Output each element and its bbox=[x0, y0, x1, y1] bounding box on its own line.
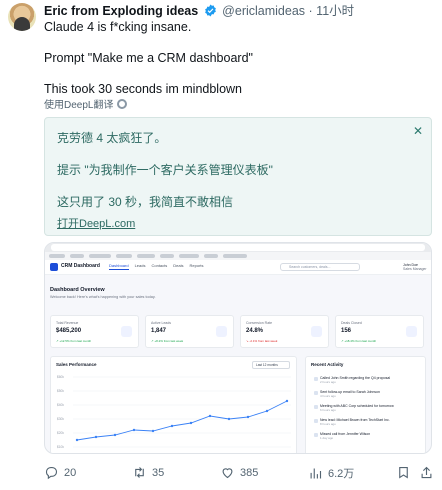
like-count: 385 bbox=[240, 466, 259, 479]
heart-icon bbox=[222, 468, 233, 479]
tweet-header: Eric from Exploding ideas @ericlamideas … bbox=[44, 3, 354, 19]
stat-value: 156 bbox=[341, 328, 352, 334]
translate-label: 使用DeepL翻译 bbox=[44, 100, 114, 111]
browser-tab-bar bbox=[45, 243, 431, 252]
crm-user[interactable]: John Doe Sales Manager bbox=[403, 263, 427, 271]
sales-panel-title: Sales Performance bbox=[56, 362, 97, 367]
sales-line bbox=[76, 400, 288, 441]
activity-item: New lead: Michael Brown from TechStart I… bbox=[314, 418, 390, 426]
browser-url-bar bbox=[51, 244, 425, 251]
range-select[interactable]: Last 12 months bbox=[252, 361, 290, 369]
bookmark-button[interactable] bbox=[396, 465, 411, 480]
crm-search-input[interactable]: Search customers, deals... bbox=[280, 263, 360, 271]
stat-label: Total Revenue bbox=[56, 321, 79, 325]
mail-icon bbox=[314, 391, 318, 395]
author-handle[interactable]: @ericlamideas bbox=[222, 4, 305, 18]
stat-change: ↗ +12.5% from last month bbox=[56, 339, 92, 343]
user-plus-icon bbox=[314, 419, 318, 423]
users-icon bbox=[216, 326, 227, 337]
recent-activity-panel: Recent Activity Called John Smith regard… bbox=[305, 356, 426, 453]
crm-user-role: Sales Manager bbox=[403, 267, 427, 271]
activity-panel-title: Recent Activity bbox=[311, 362, 344, 367]
stat-value: 24.8% bbox=[246, 328, 264, 334]
views-button[interactable]: 6.2万 bbox=[308, 465, 354, 481]
crm-app-title: CRM Dashboard bbox=[61, 263, 100, 269]
retweet-count: 35 bbox=[152, 466, 165, 479]
bookmark-icon bbox=[399, 466, 408, 479]
deepl-translation-box: ✕ 克劳德 4 太疯狂了。 提示 "为我制作一个客户关系管理仪表板" 这只用了 … bbox=[44, 117, 432, 236]
retweet-button[interactable]: 35 bbox=[132, 465, 164, 480]
stat-change: ↗ +8.2% from last week bbox=[151, 339, 184, 343]
calendar-icon bbox=[314, 405, 318, 409]
stat-change: ↗ +18.4% from last month bbox=[341, 339, 377, 343]
reply-icon bbox=[45, 466, 58, 480]
nav-leads[interactable]: Leads bbox=[135, 263, 146, 270]
y-tick: $60k bbox=[57, 375, 64, 379]
y-tick: $10k bbox=[57, 445, 64, 449]
reply-button[interactable]: 20 bbox=[44, 465, 76, 480]
stat-card: Deals Closed 156 ↗ +18.4% from last mont… bbox=[335, 315, 424, 348]
stat-card: Active Leads 1,847 ↗ +8.2% from last wee… bbox=[145, 315, 234, 348]
share-button[interactable] bbox=[419, 465, 434, 480]
crm-nav: Dashboard Leads Contacts Deals Reports bbox=[109, 263, 204, 270]
stat-label: Conversion Rate bbox=[246, 321, 273, 325]
dollar-icon bbox=[121, 326, 132, 337]
tweet-line: Claude 4 is f*cking insane. bbox=[44, 20, 192, 34]
stat-card: Total Revenue $485,200 ↗ +12.5% from las… bbox=[50, 315, 139, 348]
like-button[interactable]: 385 bbox=[220, 465, 258, 480]
overview-subtitle: Welcome back! Here's what's happening wi… bbox=[50, 295, 156, 299]
activity-item: Meeting with ABC Corp scheduled for tomo… bbox=[314, 404, 394, 412]
nav-reports[interactable]: Reports bbox=[190, 263, 204, 270]
stat-card: Conversion Rate 24.8% ↘ -2.1% from last … bbox=[240, 315, 329, 348]
stat-label: Deals Closed bbox=[341, 321, 362, 325]
y-tick: $30k bbox=[57, 417, 64, 421]
share-icon bbox=[421, 466, 432, 479]
deepl-line: 这只用了 30 秒，我简直不敢相信 bbox=[57, 195, 234, 209]
open-deepl-link[interactable]: 打开DeepL.com bbox=[57, 215, 135, 231]
sales-chart: $60k $50k $40k $30k $20k $10k bbox=[57, 375, 291, 449]
tweet-text: Claude 4 is f*cking insane. Prompt "Make… bbox=[44, 20, 434, 98]
trend-up-icon bbox=[406, 326, 417, 337]
deepl-line: 提示 "为我制作一个客户关系管理仪表板" bbox=[57, 163, 273, 177]
views-count: 6.2万 bbox=[328, 468, 355, 480]
sales-performance-panel: Sales Performance Last 12 months $60k $5… bbox=[50, 356, 297, 453]
deepl-line: 克劳德 4 太疯狂了。 bbox=[57, 131, 167, 145]
nav-deals[interactable]: Deals bbox=[173, 263, 183, 270]
separator-dot: · bbox=[308, 4, 313, 18]
phone-icon bbox=[314, 377, 318, 381]
crm-top-bar: CRM Dashboard Dashboard Leads Contacts D… bbox=[45, 260, 431, 275]
tweet: Eric from Exploding ideas @ericlamideas … bbox=[0, 0, 442, 490]
overview-title: Dashboard Overview bbox=[50, 287, 105, 293]
stat-change: ↘ -2.1% from last week bbox=[246, 339, 278, 343]
tweet-time[interactable]: 11小时 bbox=[316, 4, 354, 18]
avatar[interactable] bbox=[8, 3, 36, 31]
target-icon bbox=[311, 326, 322, 337]
reply-count: 20 bbox=[64, 466, 77, 479]
attached-screenshot[interactable]: CRM Dashboard Dashboard Leads Contacts D… bbox=[44, 242, 432, 454]
views-chart-icon bbox=[310, 468, 322, 478]
activity-item: Sent follow-up email to Sarah Johnson 4 … bbox=[314, 390, 380, 398]
activity-item: Called John Smith regarding the Q4 propo… bbox=[314, 376, 390, 384]
y-tick: $20k bbox=[57, 431, 64, 435]
phone-missed-icon bbox=[314, 433, 318, 437]
verified-badge-icon bbox=[204, 4, 216, 17]
nav-contacts[interactable]: Contacts bbox=[151, 263, 167, 270]
crm-logo-icon bbox=[50, 263, 58, 271]
stat-value: $485,200 bbox=[56, 328, 82, 334]
bookmarks-bar bbox=[45, 252, 431, 260]
stat-label: Active Leads bbox=[151, 321, 172, 325]
tweet-line: Prompt "Make me a CRM dashboard" bbox=[44, 51, 253, 65]
nav-dashboard[interactable]: Dashboard bbox=[109, 263, 129, 270]
gear-icon bbox=[117, 98, 128, 109]
y-tick: $40k bbox=[57, 403, 64, 407]
retweet-icon bbox=[135, 467, 144, 478]
y-tick: $50k bbox=[57, 389, 64, 393]
tweet-actions: 20 35 385 6.2万 bbox=[44, 465, 434, 483]
activity-item: Missed call from Jennifer Wilson 1 day a… bbox=[314, 432, 370, 440]
stat-value: 1,847 bbox=[151, 328, 167, 334]
author-name[interactable]: Eric from Exploding ideas bbox=[44, 4, 198, 18]
close-icon[interactable]: ✕ bbox=[413, 124, 423, 138]
translate-link[interactable]: 使用DeepL翻译 bbox=[44, 96, 128, 111]
